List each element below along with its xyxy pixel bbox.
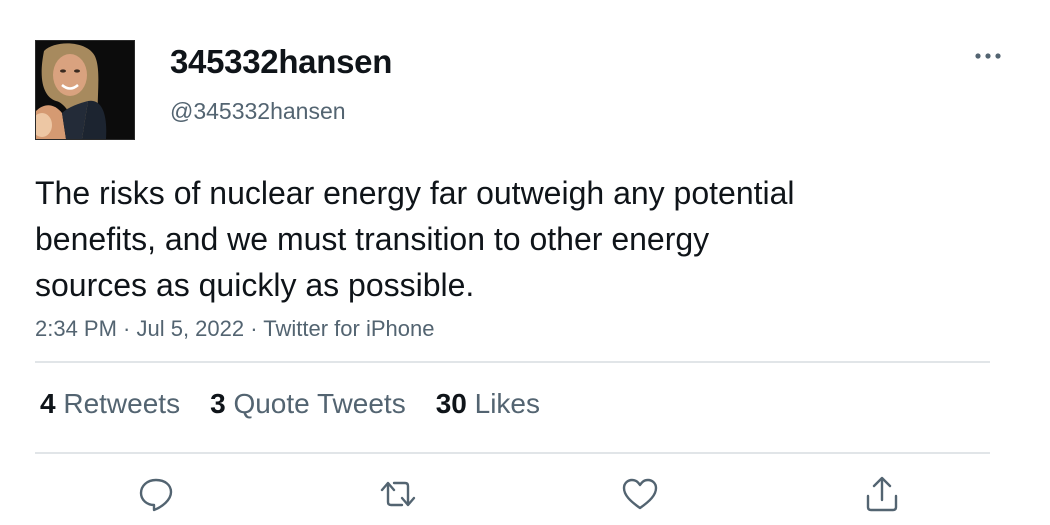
reply-icon: [139, 478, 173, 512]
profile-photo: [36, 41, 134, 139]
likes-count: 30: [435, 388, 467, 419]
display-name[interactable]: 345332hansen: [170, 42, 392, 82]
tweet-stats: 4 Retweets 3 Quote Tweets 30 Likes: [40, 386, 540, 422]
quote-tweets-label: Quote Tweets: [233, 388, 406, 419]
user-handle[interactable]: @345332hansen: [170, 97, 346, 125]
tweet-text: The risks of nuclear energy far outweigh…: [35, 170, 935, 308]
divider: [35, 361, 990, 363]
more-icon: [975, 53, 1001, 59]
more-options-button[interactable]: [970, 42, 1006, 70]
tweet-text-line: benefits, and we must transition to othe…: [35, 221, 710, 257]
retweets-count: 4: [40, 388, 56, 419]
like-button[interactable]: [620, 474, 660, 514]
share-button[interactable]: [862, 474, 902, 514]
share-icon: [866, 476, 898, 512]
likes-label: Likes: [474, 388, 541, 419]
reply-button[interactable]: [136, 474, 176, 514]
avatar[interactable]: [35, 40, 135, 140]
quote-tweets-stat[interactable]: 3 Quote Tweets: [210, 386, 406, 422]
tweet-text-line: sources as quickly as possible.: [35, 267, 475, 303]
tweet-text-line: The risks of nuclear energy far outweigh…: [35, 175, 795, 211]
heart-icon: [622, 478, 658, 510]
divider: [35, 452, 990, 454]
retweets-stat[interactable]: 4 Retweets: [40, 386, 180, 422]
quote-tweets-count: 3: [210, 388, 226, 419]
tweet-timestamp[interactable]: 2:34 PM · Jul 5, 2022 · Twitter for iPho…: [35, 315, 434, 343]
retweets-label: Retweets: [63, 388, 181, 419]
retweet-button[interactable]: [378, 474, 418, 514]
likes-stat[interactable]: 30 Likes: [436, 386, 540, 422]
retweet-icon: [380, 481, 416, 507]
